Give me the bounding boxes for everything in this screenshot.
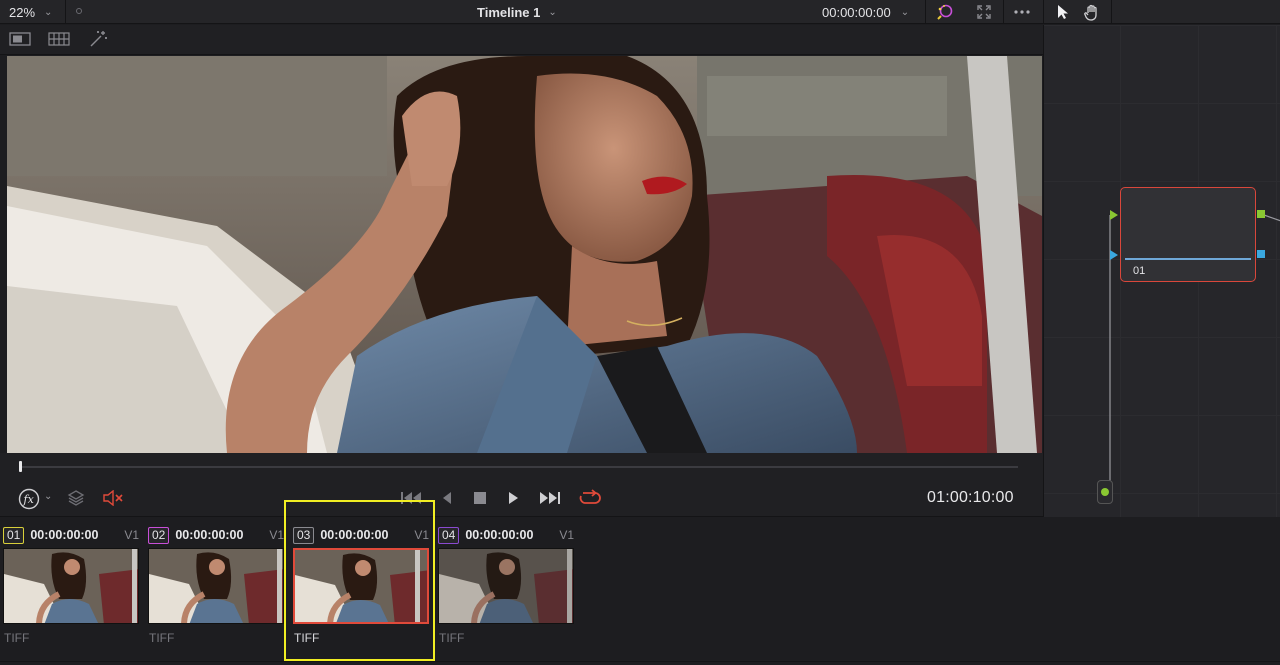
single-viewer-icon[interactable] [9,30,31,48]
node-input-key[interactable] [1110,250,1119,260]
output-dot [1101,488,1109,496]
clip-header: 03 00:00:00:00 [293,526,388,544]
loop-icon[interactable] [577,488,603,506]
layers-icon[interactable] [67,489,85,507]
clip-timecode: 00:00:00:00 [175,528,244,542]
clip-format: TIFF [149,631,175,645]
top-bar: 22% ⌄ Timeline 1 ⌄ 00:00:00:00 ⌄ [0,0,1280,24]
clip-format: TIFF [439,631,465,645]
timecode-dropdown[interactable]: 00:00:00:00 ⌄ [822,0,909,24]
divider [925,0,926,24]
node-editor[interactable]: 01 [1043,25,1280,517]
chevron-down-icon: ⌄ [548,6,557,18]
chevron-down-icon: ⌄ [900,6,910,18]
clip-timecode: 00:00:00:00 [320,528,389,542]
playback-timecode: 01:00:10:00 [927,489,1014,506]
clip-header: 04 00:00:00:00 [438,526,533,544]
clip-thumbnail[interactable] [3,548,139,624]
fx-icon[interactable]: fx [18,488,40,510]
clip-number: 02 [148,526,170,544]
fullscreen-icon[interactable] [975,3,993,21]
divider [0,661,1280,662]
mute-icon[interactable] [102,489,124,507]
play-reverse-icon[interactable] [438,489,456,507]
clip-item[interactable]: 01 00:00:00:00 V1 TIFF [0,518,142,665]
node-output-rgb[interactable] [1257,210,1265,218]
timeline-selector[interactable]: Timeline 1 ⌄ [477,0,557,24]
divider [1003,0,1004,24]
clip-number: 01 [3,526,25,544]
node-output-key[interactable] [1257,250,1265,258]
clips-strip: 01 00:00:00:00 V1 TIFF 02 00:00:00:00 V1… [0,518,1280,665]
node-key-bar [1125,258,1251,260]
zoom-value: 22% [9,4,36,20]
stop-icon[interactable] [471,489,489,507]
skip-to-end-icon[interactable] [537,489,561,507]
viewer-status-icon [76,8,82,14]
split-viewer-icon[interactable] [48,30,70,48]
viewer-image[interactable] [7,56,1042,453]
clip-item[interactable]: 04 00:00:00:00 V1 TIFF [435,518,577,665]
clip-number: 03 [293,526,315,544]
clip-timecode: 00:00:00:00 [465,528,534,542]
chevron-down-icon: ⌄ [44,6,53,18]
svg-text:fx: fx [23,493,35,506]
clip-header: 01 00:00:00:00 [3,526,98,544]
transport-bar: fx ⌄ 01:00:10:00 [0,453,1043,517]
clip-item[interactable]: 02 00:00:00:00 V1 TIFF [145,518,287,665]
clip-thumbnail[interactable] [148,548,284,624]
clip-thumbnail[interactable] [438,548,574,624]
timeline-title: Timeline 1 [477,4,541,20]
node-input-rgb[interactable] [1110,210,1119,220]
clip-format: TIFF [4,631,30,645]
zoom-dropdown[interactable]: 22% ⌄ [0,0,66,24]
clip-header: 02 00:00:00:00 [148,526,243,544]
clip-track: V1 [269,528,284,542]
clip-track: V1 [559,528,574,542]
clip-item-selected[interactable]: 03 00:00:00:00 V1 TIFF [290,518,432,665]
clip-track: V1 [124,528,139,542]
divider [1111,0,1112,24]
node-label: 01 [1133,265,1146,277]
clip-format: TIFF [294,631,320,645]
divider [1043,0,1044,24]
more-options-icon[interactable] [1013,3,1031,21]
clip-timecode: 00:00:00:00 [30,528,99,542]
hand-icon[interactable] [1083,3,1101,21]
skip-to-start-icon[interactable] [400,489,424,507]
clip-number: 04 [438,526,460,544]
viewer-toolbar [0,25,1043,55]
chevron-down-icon[interactable]: ⌄ [44,491,52,502]
playhead[interactable] [19,461,22,472]
clip-track: V1 [414,528,429,542]
scrubber-track[interactable] [20,466,1018,468]
play-icon[interactable] [504,489,522,507]
color-picker-icon[interactable] [936,3,954,21]
pointer-icon[interactable] [1054,3,1072,21]
top-timecode: 00:00:00:00 [822,4,891,20]
color-node[interactable]: 01 [1120,187,1256,282]
timeline-output-node[interactable] [1097,480,1113,504]
magic-wand-icon[interactable] [88,30,110,48]
clip-thumbnail[interactable] [293,548,429,624]
